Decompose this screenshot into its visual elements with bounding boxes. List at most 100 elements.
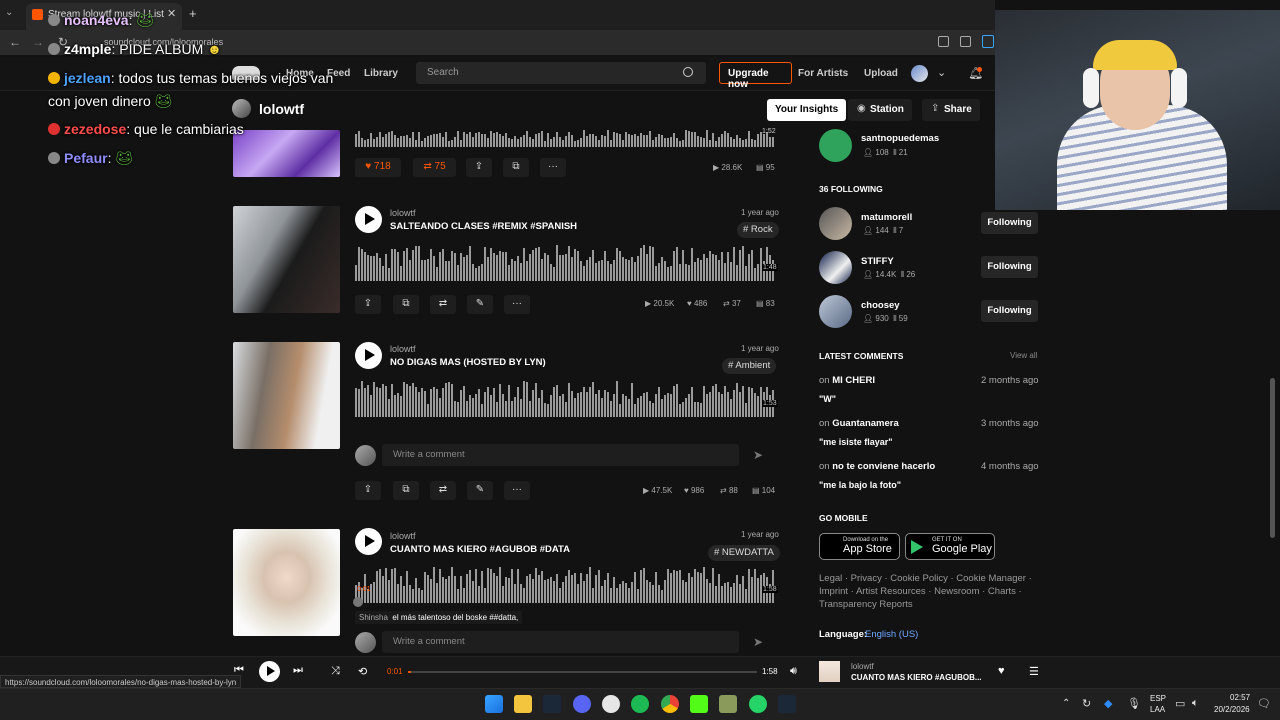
for-artists-link[interactable]: For Artists	[798, 68, 848, 79]
track-title[interactable]: NO DIGAS MAS (HOSTED BY LYN)	[390, 357, 546, 368]
discord-icon[interactable]	[573, 695, 591, 713]
waveform[interactable]	[355, 245, 776, 281]
track-cover-top[interactable]	[233, 130, 340, 177]
user-avatar[interactable]	[819, 251, 852, 284]
send-icon[interactable]: ➤	[753, 448, 763, 462]
shuffle-icon[interactable]: ⤨	[331, 665, 340, 678]
clock-time[interactable]: 02:57	[1230, 693, 1250, 702]
tray-chevron-icon[interactable]: ⌃	[1062, 698, 1070, 709]
play-button[interactable]	[355, 206, 382, 233]
back-icon[interactable]: ←	[9, 35, 21, 49]
view-all-link[interactable]: View all	[1010, 351, 1037, 360]
user-avatar[interactable]	[819, 207, 852, 240]
like-heart-icon[interactable]: ♥	[998, 665, 1005, 677]
steam-icon[interactable]	[543, 695, 561, 713]
repost-button[interactable]: ⇄	[430, 295, 456, 314]
keyboard-layout[interactable]: LAA	[1150, 705, 1165, 714]
track-title[interactable]: CUANTO MAS KIERO #AGUBOB #DATA	[390, 544, 570, 555]
share-track-button[interactable]: ⇪	[355, 481, 381, 500]
comment-input[interactable]: Write a comment	[382, 444, 739, 466]
waveform[interactable]	[355, 567, 776, 603]
your-insights-button[interactable]: Your Insights	[767, 99, 847, 121]
minecraft-icon[interactable]	[719, 695, 737, 713]
track-cover[interactable]	[233, 529, 340, 636]
footer-links[interactable]: Legal · Privacy · Cookie Policy · Cookie…	[819, 573, 1032, 584]
user-name[interactable]: choosey	[861, 300, 900, 311]
now-playing-title[interactable]: CUANTO MAS KIERO #AGUBOB...	[851, 673, 982, 682]
track-title[interactable]: SALTEANDO CLASES #REMIX #SPANISH	[390, 221, 577, 232]
user-name[interactable]: STIFFY	[861, 256, 894, 267]
network-icon[interactable]: ▭	[1175, 697, 1185, 710]
forward-icon[interactable]: →	[32, 35, 44, 49]
track-cover[interactable]	[233, 206, 340, 313]
language-code[interactable]: ESP	[1150, 694, 1166, 703]
search-icon[interactable]	[683, 67, 693, 77]
app-store-badge[interactable]: Download on the App Store	[819, 533, 900, 560]
user-avatar[interactable]	[819, 295, 852, 328]
play-button[interactable]	[355, 342, 382, 369]
start-icon[interactable]	[485, 695, 503, 713]
next-icon[interactable]: ⏭	[293, 664, 303, 677]
screenshot-icon[interactable]	[960, 36, 971, 47]
spotify-icon[interactable]	[631, 695, 649, 713]
notification-center-icon[interactable]: 🗨︎	[1257, 697, 1271, 710]
edit-button[interactable]: ✎	[467, 481, 493, 500]
chrome-icon[interactable]	[661, 695, 679, 713]
more-button-top[interactable]: ···	[540, 158, 566, 177]
now-playing-cover[interactable]	[819, 661, 840, 682]
user-name[interactable]: matumorell	[861, 212, 912, 223]
following-button[interactable]: Following	[981, 300, 1038, 322]
send-icon[interactable]: ➤	[753, 635, 763, 649]
tab-list-icon[interactable]: ⌄	[5, 7, 13, 18]
user-avatar[interactable]	[819, 129, 852, 162]
repeat-icon[interactable]: ⟲	[358, 665, 367, 678]
user-name[interactable]: santnopuedemas	[861, 133, 939, 144]
progress-bar[interactable]	[408, 671, 757, 673]
repost-button[interactable]: ⇄	[430, 481, 456, 500]
comment-track-link[interactable]: MI CHERI	[832, 375, 875, 386]
waveform[interactable]	[355, 381, 776, 417]
nav-library[interactable]: Library	[364, 68, 398, 79]
comment-input[interactable]: Write a comment	[382, 631, 739, 653]
play-button[interactable]	[355, 528, 382, 555]
copy-link-button[interactable]: ⧉	[393, 295, 419, 314]
now-playing-artist[interactable]: lolowtf	[851, 662, 874, 671]
whatsapp-icon[interactable]	[749, 695, 767, 713]
new-tab-icon[interactable]: +	[189, 6, 197, 21]
page-scrollbar[interactable]	[1270, 378, 1275, 538]
comment-track-link[interactable]: Guantanamera	[832, 418, 899, 429]
obs-icon[interactable]	[602, 695, 620, 713]
kick-icon[interactable]	[690, 695, 708, 713]
timed-comment-avatar[interactable]	[353, 597, 363, 607]
comment-track-link[interactable]: no te conviene hacerlo	[832, 461, 935, 472]
more-button[interactable]: ···	[504, 295, 530, 314]
like-button-top[interactable]: ♥ 718	[355, 158, 401, 177]
footer-links[interactable]: Transparency Reports	[819, 599, 913, 610]
clock-date[interactable]: 20/2/2026	[1214, 705, 1250, 714]
repost-button-top[interactable]: ⇄ 75	[413, 158, 456, 177]
genre-tag[interactable]: # Rock	[737, 222, 779, 238]
upload-link[interactable]: Upload	[864, 68, 898, 79]
extension-icon[interactable]	[982, 35, 994, 48]
genre-tag[interactable]: # NEWDATTA	[708, 545, 780, 561]
microphone-icon[interactable]: 🎙︎	[1127, 697, 1141, 710]
copy-link-button-top[interactable]: ⧉	[503, 158, 529, 177]
close-tab-icon[interactable]: ✕	[167, 7, 176, 20]
waveform-top[interactable]	[355, 130, 776, 147]
security-icon[interactable]: ◆	[1104, 697, 1112, 710]
track-cover[interactable]	[233, 342, 340, 449]
language-link[interactable]: English (US)	[865, 629, 918, 640]
track-uploader[interactable]: lolowtf	[390, 531, 416, 541]
track-uploader[interactable]: lolowtf	[390, 208, 416, 218]
search-input[interactable]: Search	[416, 62, 706, 84]
user-avatar[interactable]	[911, 65, 928, 82]
track-uploader[interactable]: lolowtf	[390, 344, 416, 354]
speaker-icon[interactable]: 🔈︎	[1192, 697, 1199, 710]
upgrade-button[interactable]: Upgrade now	[719, 62, 792, 90]
volume-icon[interactable]: 🔊︎	[790, 665, 797, 678]
sync-icon[interactable]: ↻	[1082, 697, 1091, 710]
translate-icon[interactable]	[938, 36, 949, 47]
copy-link-button[interactable]: ⧉	[393, 481, 419, 500]
share-track-button[interactable]: ⇪	[355, 295, 381, 314]
queue-icon[interactable]: ☰	[1029, 665, 1039, 678]
